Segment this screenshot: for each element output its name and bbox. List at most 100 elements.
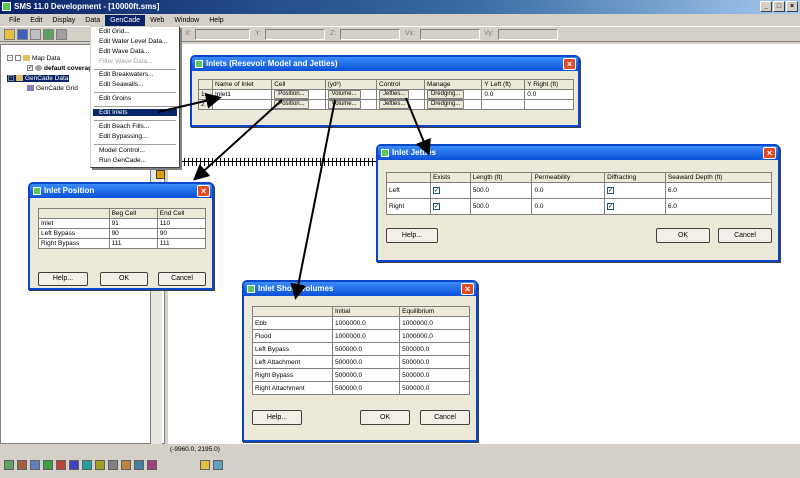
end-cell-value[interactable]: 111: [156, 238, 207, 249]
mesh-tool-icon[interactable]: [121, 460, 131, 470]
status-tool-icon[interactable]: [200, 460, 210, 470]
beg-cell-value[interactable]: 91: [108, 218, 158, 229]
exists-checkbox[interactable]: ✓: [433, 202, 440, 210]
menu-item-edit-breakwaters[interactable]: Edit Breakwaters...: [99, 71, 154, 78]
menu-item-edit-beach-fills[interactable]: Edit Beach Fills...: [99, 123, 149, 130]
initial-value[interactable]: 500000.0: [331, 342, 401, 356]
initial-value[interactable]: 500000.0: [331, 381, 401, 395]
beg-cell-value[interactable]: 111: [108, 238, 158, 249]
seaward-depth-value[interactable]: 6.0: [664, 198, 773, 215]
inlets-close-button[interactable]: ×: [563, 58, 576, 70]
close-app-button[interactable]: ×: [786, 1, 798, 12]
help-button[interactable]: Help...: [252, 410, 302, 425]
inlet-name-cell[interactable]: Inlet1: [211, 89, 273, 100]
menu-item-run-gencade[interactable]: Run GenCade...: [99, 157, 146, 164]
initial-value[interactable]: 1000000.0: [331, 329, 401, 343]
ok-button[interactable]: OK: [100, 272, 148, 286]
refresh-icon[interactable]: [43, 29, 54, 40]
menu-gencade[interactable]: GenCade: [105, 14, 146, 26]
position-button[interactable]: Position...: [274, 90, 309, 99]
permeability-value[interactable]: 0.0: [531, 198, 606, 215]
ok-button[interactable]: OK: [360, 410, 410, 425]
beg-cell-value[interactable]: 90: [108, 228, 158, 239]
diffracting-checkbox[interactable]: ✓: [607, 202, 615, 210]
length-value[interactable]: 500.0: [469, 182, 533, 199]
zoom-tool-icon[interactable]: [17, 460, 27, 470]
initial-value[interactable]: 1000000.0: [331, 316, 401, 330]
arc-tool-icon[interactable]: [69, 460, 79, 470]
end-cell-value[interactable]: 90: [156, 228, 207, 239]
menu-edit[interactable]: Edit: [25, 15, 47, 26]
help-button[interactable]: Help...: [38, 272, 88, 286]
y-left-cell[interactable]: 0.0: [481, 89, 526, 100]
equilibrium-value[interactable]: 500000.0: [399, 355, 470, 369]
expand-icon[interactable]: -: [8, 75, 14, 82]
seaward-depth-value[interactable]: 6.0: [664, 182, 773, 199]
select-tool-icon[interactable]: [4, 460, 14, 470]
menu-help[interactable]: Help: [204, 15, 228, 26]
menu-item-edit-groins[interactable]: Edit Groins: [99, 95, 131, 102]
menu-item-model-control[interactable]: Model Control...: [99, 147, 145, 154]
cell-tool-icon[interactable]: [108, 460, 118, 470]
contour-tool-icon[interactable]: [134, 460, 144, 470]
initial-value[interactable]: 500000.0: [331, 368, 401, 382]
tree-item-default-coverage[interactable]: ✓ default coverage: [27, 65, 96, 72]
menu-item-edit-bypassing[interactable]: Edit Bypassing...: [99, 133, 147, 140]
checkbox-icon[interactable]: ✓: [27, 65, 33, 72]
y-right-cell[interactable]: 0.0: [524, 89, 574, 100]
menu-item-edit-water-level[interactable]: Edit Water Level Data...: [99, 38, 167, 45]
tree-item-map-data[interactable]: - Map Data: [7, 55, 60, 62]
dredging-button[interactable]: Dredging...: [426, 100, 465, 109]
globe-tool-icon[interactable]: [82, 460, 92, 470]
shoal-volumes-close-button[interactable]: ×: [461, 283, 474, 295]
menu-web[interactable]: Web: [145, 15, 169, 26]
equilibrium-value[interactable]: 500000.0: [399, 342, 470, 356]
node-tool-icon[interactable]: [56, 460, 66, 470]
end-cell-value[interactable]: 110: [156, 218, 207, 229]
cancel-button[interactable]: Cancel: [158, 272, 206, 286]
dredging-button[interactable]: Dredging...: [426, 90, 465, 99]
grid-tool-icon[interactable]: [43, 460, 53, 470]
ok-button[interactable]: OK: [656, 228, 710, 243]
y-left-cell[interactable]: [481, 99, 526, 110]
jetties-button[interactable]: Jetties...: [379, 90, 410, 99]
diffracting-checkbox[interactable]: ✓: [607, 186, 615, 194]
minimize-button[interactable]: _: [760, 1, 772, 12]
exists-checkbox[interactable]: ✓: [433, 186, 440, 194]
inlet-jetties-close-button[interactable]: ×: [763, 147, 776, 159]
frame-icon[interactable]: [56, 29, 67, 40]
status-tool-icon-2[interactable]: [213, 460, 223, 470]
menu-item-edit-seawalls[interactable]: Edit Seawalls...: [99, 81, 143, 88]
menu-item-edit-wave-data[interactable]: Edit Wave Data...: [99, 48, 149, 55]
equilibrium-value[interactable]: 500000.0: [399, 368, 470, 382]
equilibrium-value[interactable]: 500000.0: [399, 381, 470, 395]
cancel-button[interactable]: Cancel: [718, 228, 772, 243]
position-button[interactable]: Position...: [274, 100, 309, 109]
jetties-button[interactable]: Jetties...: [379, 100, 410, 109]
permeability-value[interactable]: 0.0: [531, 182, 606, 199]
help-button[interactable]: Help...: [386, 228, 438, 243]
menu-file[interactable]: File: [4, 15, 25, 26]
dem-tool-icon[interactable]: [147, 460, 157, 470]
menu-display[interactable]: Display: [47, 15, 80, 26]
menu-item-edit-inlets[interactable]: Edit Inlets: [93, 109, 177, 116]
checkbox-icon[interactable]: [15, 55, 21, 62]
volume-button[interactable]: Volume...: [327, 90, 361, 99]
menu-item-edit-grid[interactable]: Edit Grid...: [99, 28, 130, 35]
equilibrium-value[interactable]: 1000000.0: [399, 316, 470, 330]
inlet-name-cell[interactable]: [211, 99, 273, 110]
equilibrium-value[interactable]: 1000000.0: [399, 329, 470, 343]
tool-icon[interactable]: [156, 170, 165, 179]
volume-button[interactable]: Volume...: [327, 100, 361, 109]
tree-item-gencade-grid[interactable]: GenCade Grid: [27, 85, 78, 92]
maximize-button[interactable]: □: [773, 1, 785, 12]
save-icon[interactable]: [17, 29, 28, 40]
expand-icon[interactable]: -: [7, 55, 13, 62]
y-right-cell[interactable]: [524, 99, 574, 110]
measure-tool-icon[interactable]: [95, 460, 105, 470]
initial-value[interactable]: 500000.0: [331, 355, 401, 369]
cancel-button[interactable]: Cancel: [420, 410, 470, 425]
tree-item-gencade-data[interactable]: - GenCade Data: [7, 75, 70, 82]
open-icon[interactable]: [4, 29, 15, 40]
inlet-position-close-button[interactable]: ×: [197, 185, 210, 197]
